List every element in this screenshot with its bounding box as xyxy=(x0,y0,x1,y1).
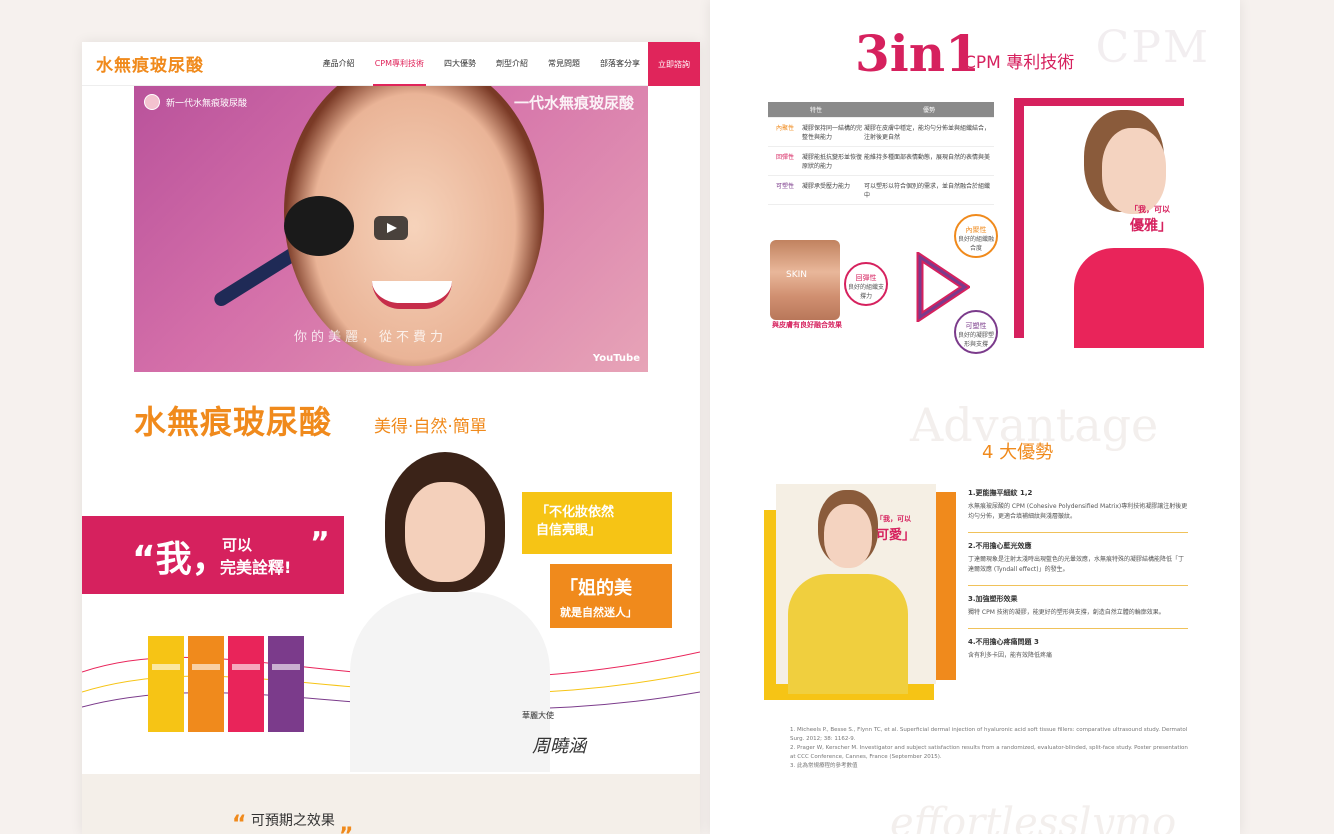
expect-label: 可預期之效果 xyxy=(250,813,335,829)
site-logo[interactable]: 水無痕玻尿酸 xyxy=(96,51,204,76)
expect-heading: “ 可預期之效果 „ xyxy=(232,810,354,834)
table-row: 可塑性 凝膠承受壓力能力 可以塑形以符合個別的需求，並自然融合於組織中 xyxy=(768,176,994,205)
brush-head xyxy=(284,196,354,256)
channel-avatar[interactable] xyxy=(144,94,160,110)
nav-menu: 產品介紹 CPM專利技術 四大優勢 劑型介紹 常見問題 部落客分享 xyxy=(321,42,642,86)
cpm-bg-word: CPM xyxy=(1095,22,1210,73)
list-item: 1.更能撫平細紋 1,2 水無痕玻尿酸的 CPM (Cohesive Polyde… xyxy=(968,480,1188,533)
consult-button[interactable]: 立即諮詢 xyxy=(648,42,700,86)
product-subline: 美得‧自然‧簡單 xyxy=(374,417,487,437)
plastic-circle: 可塑性 良好的凝膠塑形與支撐 xyxy=(954,310,998,354)
signature: 周曉涵 xyxy=(532,736,586,757)
skin-label: 與皮膚有良好融合效果 xyxy=(772,321,842,329)
quote-open-icon: “ xyxy=(232,812,247,834)
video-caption: 你的美麗，從不費力 xyxy=(294,330,448,345)
nav-item-faq[interactable]: 常見問題 xyxy=(546,42,582,86)
orange-quote-box: 「姐的美 就是自然迷人」 xyxy=(550,564,672,628)
advantage-title: 4 大優勢 xyxy=(982,442,1054,463)
face xyxy=(1102,128,1166,214)
yellow-line-2: 自信亮眼」 xyxy=(536,523,602,538)
play-icon[interactable] xyxy=(374,216,408,240)
elegant-tag: 「我，可以 優雅」 xyxy=(1130,205,1172,234)
table-row: 回彈性 凝膠能抵抗變形並恢復原狀的能力 能維持多種面部表情動態，展現自然的表情與… xyxy=(768,147,994,176)
quote-line-2: 完美詮釋! xyxy=(220,558,292,577)
cpm-title: CPM 專利技術 xyxy=(964,53,1075,73)
yellow-quote-box: 「不化妝依然 自信亮眼」 xyxy=(522,492,672,554)
triangle-diagram xyxy=(916,252,970,322)
skin-illustration: SKIN xyxy=(770,240,840,320)
quote-close-icon: „ xyxy=(339,812,354,834)
video-player[interactable]: 新一代水無痕玻尿酸 一代水無痕玻尿酸 你的美麗，從不費力 YouTube xyxy=(134,86,648,372)
youtube-logo[interactable]: YouTube xyxy=(593,353,640,364)
table-row: 內聚性 凝膠保持同一結構的完整性與能力 凝膠在皮膚中穩定，能均勻分佈並與組織結合… xyxy=(768,118,994,147)
video-title[interactable]: 新一代水無痕玻尿酸 xyxy=(144,94,247,110)
effortless-bg-word: effortlesslymo xyxy=(890,800,1177,834)
list-item: 4.不用擔心疼痛問題 3 含有利多卡因，能有效降低疼痛 xyxy=(968,638,1053,659)
nav-item-advantages[interactable]: 四大優勢 xyxy=(442,42,478,86)
cute-tag: 「我，可以 可愛」 xyxy=(876,515,916,543)
landing-page-right: CPM 3in1 CPM 專利技術 特性 優勢 內聚性 凝膠保持同一結構的完整性… xyxy=(710,0,1240,834)
orange-line-1: 「姐的美 xyxy=(560,578,632,599)
references: 1. Micheels P., Besse S., Flynn TC, et a… xyxy=(790,727,1188,769)
product-box-pink xyxy=(228,636,264,732)
cohesive-circle: 內聚性 良好的組織融合度 xyxy=(954,214,998,258)
quote-box: “我， 可以 完美詮釋! ” xyxy=(82,516,344,594)
list-item: 3.加強塑形效果 獨特 CPM 技術的凝膠，能更好的塑形與支撐，創造自然立體的輪廓… xyxy=(968,586,1188,629)
top-nav: 水無痕玻尿酸 產品介紹 CPM專利技術 四大優勢 劑型介紹 常見問題 部落客分享… xyxy=(82,42,700,86)
face xyxy=(824,504,872,568)
yellow-line-1: 「不化妝依然 xyxy=(536,505,615,520)
nav-item-formulations[interactable]: 劑型介紹 xyxy=(494,42,530,86)
ambassador-label: 華麗大使 xyxy=(522,711,554,720)
video-brand-overlay: 一代水無痕玻尿酸 xyxy=(513,94,634,112)
orange-line-2: 就是自然迷人」 xyxy=(560,606,637,619)
product-headline: 水無痕玻尿酸 xyxy=(134,403,333,441)
advantage-list: 1.更能撫平細紋 1,2 水無痕玻尿酸的 CPM (Cohesive Polyde… xyxy=(968,480,1188,671)
product-box-yellow xyxy=(148,636,184,732)
hero-section: “我， 可以 完美詮釋! ” 「不化妝依然 自信亮眼」 「姐的美 就是自然迷人」… xyxy=(82,452,700,772)
elastic-circle: 回彈性 良好的組織支撐力 xyxy=(844,262,888,306)
list-item: 2.不用擔心藍光效應 丁達爾現象是注射太淺時出現藍色的光暈效應，水無痕特殊的凝膠結… xyxy=(968,533,1188,586)
nav-item-products[interactable]: 產品介紹 xyxy=(321,42,357,86)
nav-item-cpm[interactable]: CPM專利技術 xyxy=(372,42,427,86)
cpm-table: 特性 優勢 內聚性 凝膠保持同一結構的完整性與能力 凝膠在皮膚中穩定，能均勻分佈… xyxy=(768,102,994,205)
dress xyxy=(1074,248,1204,348)
table-header: 特性 優勢 xyxy=(768,102,994,118)
ambassador-photo-cute: 「我，可以 可愛」 xyxy=(764,484,956,702)
ambassador-photo-elegant: 「我，可以 優雅」 xyxy=(1014,98,1204,348)
quote-close: ” xyxy=(310,526,330,561)
face xyxy=(405,482,485,582)
shirt xyxy=(350,592,550,772)
product-box-purple xyxy=(268,636,304,732)
expect-band xyxy=(82,774,700,834)
3in1-title: 3in1 xyxy=(855,24,980,83)
landing-page-left: 水無痕玻尿酸 產品介紹 CPM專利技術 四大優勢 劑型介紹 常見問題 部落客分享… xyxy=(82,42,700,834)
video-title-text[interactable]: 新一代水無痕玻尿酸 xyxy=(166,96,247,109)
quote-line-1: 可以 xyxy=(222,536,253,554)
quote-main: “我， xyxy=(132,539,228,580)
dress xyxy=(788,574,908,694)
nav-item-blogger[interactable]: 部落客分享 xyxy=(598,42,642,86)
product-box-orange xyxy=(188,636,224,732)
